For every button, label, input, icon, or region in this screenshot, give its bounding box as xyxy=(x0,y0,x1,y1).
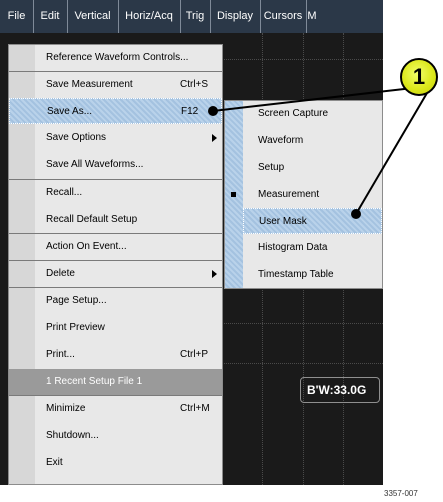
submenu-item-screen-capture[interactable]: Screen Capture xyxy=(225,101,382,127)
menu-bar: File Edit Vertical Horiz/Acq Trig Displa… xyxy=(0,0,383,33)
menu-item-reference-waveform-controls[interactable]: Reference Waveform Controls... xyxy=(9,45,222,71)
menu-item-recall[interactable]: Recall... xyxy=(9,180,222,206)
menu-file[interactable]: File xyxy=(0,0,34,33)
menu-cursors[interactable]: Cursors xyxy=(260,0,307,33)
menu-trig[interactable]: Trig xyxy=(180,0,211,33)
menu-item-shutdown[interactable]: Shutdown... xyxy=(9,423,222,449)
menu-item-recall-default-setup[interactable]: Recall Default Setup xyxy=(9,207,222,233)
menu-item-recent-setup-file[interactable]: 1 Recent Setup File 1 xyxy=(9,369,222,395)
step-callout-badge: 1 xyxy=(400,58,438,96)
figure-reference: 3357-007 xyxy=(384,489,418,498)
menu-item-delete[interactable]: Delete xyxy=(9,261,222,287)
chevron-right-icon xyxy=(212,134,217,142)
menu-item-minimize[interactable]: Minimize Ctrl+M xyxy=(9,396,222,422)
save-as-submenu: Screen Capture Waveform Setup Measuremen… xyxy=(224,100,383,289)
menu-vertical[interactable]: Vertical xyxy=(67,0,119,33)
submenu-item-waveform[interactable]: Waveform xyxy=(225,128,382,154)
submenu-item-user-mask[interactable]: User Mask xyxy=(243,208,382,234)
file-menu: Reference Waveform Controls... Save Meas… xyxy=(8,44,223,485)
menu-item-action-on-event[interactable]: Action On Event... xyxy=(9,234,222,260)
submenu-item-setup[interactable]: Setup xyxy=(225,155,382,181)
menu-item-print-preview[interactable]: Print Preview xyxy=(9,315,222,341)
menu-m-truncated[interactable]: M xyxy=(306,0,318,33)
bandwidth-readout: B'W:33.0G xyxy=(300,377,380,403)
menu-item-save-measurement[interactable]: Save Measurement Ctrl+S xyxy=(9,72,222,98)
menu-item-save-options[interactable]: Save Options xyxy=(9,125,222,151)
menu-item-print[interactable]: Print... Ctrl+P xyxy=(9,342,222,368)
menu-display[interactable]: Display xyxy=(210,0,261,33)
submenu-item-measurement[interactable]: Measurement xyxy=(225,182,382,208)
menu-horiz-acq[interactable]: Horiz/Acq xyxy=(118,0,181,33)
menu-item-save-all-waveforms[interactable]: Save All Waveforms... xyxy=(9,152,222,178)
submenu-item-timestamp-table[interactable]: Timestamp Table xyxy=(225,262,382,288)
menu-edit[interactable]: Edit xyxy=(33,0,68,33)
chevron-right-icon xyxy=(212,270,217,278)
menu-item-exit[interactable]: Exit xyxy=(9,450,222,476)
selected-bullet-icon xyxy=(231,192,236,197)
submenu-item-histogram-data[interactable]: Histogram Data xyxy=(225,235,382,261)
menu-item-save-as[interactable]: Save As... F12 xyxy=(9,98,222,124)
menu-item-page-setup[interactable]: Page Setup... xyxy=(9,288,222,314)
